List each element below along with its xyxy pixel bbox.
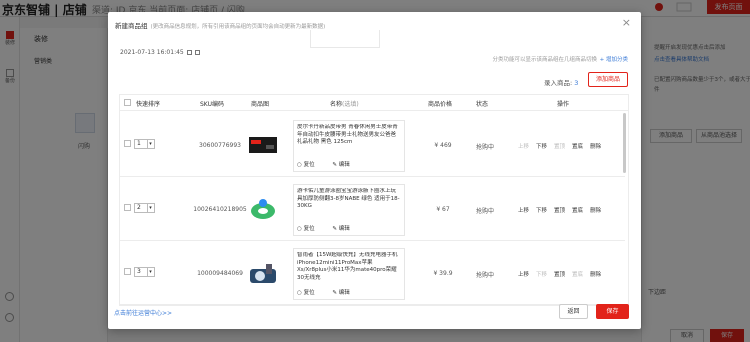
reset-button[interactable]: ○ 复位 (297, 226, 323, 232)
name-box: 游卡佑儿童游泳圈宝宝游泳腋下圈水上玩具加厚防侧翻3-8岁NABE 绿色 适用于1… (293, 184, 405, 236)
calendar-icon[interactable] (194, 50, 200, 55)
name-actions: ○ 复位 ✎ 编辑 (297, 160, 366, 168)
edit-button[interactable]: ✎ 编辑 (332, 290, 357, 296)
product-image (248, 195, 278, 225)
category-note: 分类功能可以显示该商品组在几组商品切换 (492, 57, 597, 63)
product-price: ¥ 39.9 (433, 270, 453, 277)
row-ops: 上移 下移 置顶 置底 删除 (518, 142, 608, 150)
chevron-down-icon[interactable]: ▾ (147, 267, 155, 277)
move-up-button[interactable]: 上移 (518, 208, 529, 214)
col-sku: SKU编码 (200, 101, 224, 108)
product-name: 游卡佑儿童游泳圈宝宝游泳腋下圈水上玩具加厚防侧翻3-8岁NABE 绿色 适用于1… (297, 188, 400, 209)
product-price: ¥ 67 (436, 206, 450, 213)
pin-top-button[interactable]: 置顶 (554, 272, 565, 278)
edit-icon[interactable] (186, 50, 192, 55)
product-status: 抢购中 (475, 208, 494, 215)
row-checkbox[interactable] (124, 140, 131, 147)
name-box: 皮尔卡丹新品皮带男 青春休闲男士皮带青年自动扣牛皮腰带男士礼物送男友公爸爸礼品礼… (293, 120, 405, 172)
product-table: 快速排序 SKU编码 商品图 名称(选填) 商品价格 状态 操作 1 ▾ 306… (119, 94, 629, 306)
pin-top-button[interactable]: 置顶 (554, 208, 565, 214)
col-price: 商品价格 (428, 101, 453, 108)
table-row: 1 ▾ 30600776993 皮尔卡丹新品皮带男 青春休闲男士皮带青年自动扣牛… (120, 115, 625, 177)
delete-button[interactable]: 删除 (590, 144, 601, 150)
back-button[interactable]: 返回 (559, 304, 588, 319)
move-up-button[interactable]: 上移 (518, 272, 529, 278)
product-name: 智雨者【15W超级快充】无线充电器手机iPhone12mini11ProMax苹… (297, 252, 398, 281)
name-actions: ○ 复位 ✎ 编辑 (297, 224, 366, 232)
col-name: 名称(选填) (330, 101, 359, 108)
operation-center-link[interactable]: 点击前往运营中心>> (114, 308, 172, 317)
chevron-down-icon[interactable]: ▾ (147, 203, 155, 213)
pin-bottom-button[interactable]: 置底 (572, 272, 583, 278)
move-down-button[interactable]: 下移 (536, 272, 547, 278)
add-product-button[interactable]: 添加商品 (588, 72, 628, 87)
edit-button[interactable]: ✎ 编辑 (332, 226, 357, 232)
row-ops: 上移 下移 置顶 置底 删除 (518, 270, 608, 278)
product-price: ¥ 469 (434, 142, 452, 149)
date-tab (310, 30, 380, 48)
table-row: 2 ▾ 10026410218905 游卡佑儿童游泳圈宝宝游泳腋下圈水上玩具加厚… (120, 179, 625, 241)
select-all-checkbox[interactable] (124, 99, 131, 106)
name-box: 智雨者【15W超级快充】无线充电器手机iPhone12mini11ProMax苹… (293, 248, 405, 300)
delete-button[interactable]: 删除 (590, 208, 601, 214)
date-field[interactable]: 2021-07-13 16:01:45 (120, 49, 200, 56)
name-actions: ○ 复位 ✎ 编辑 (297, 288, 366, 296)
col-ops: 操作 (557, 101, 570, 108)
chevron-down-icon[interactable]: ▾ (147, 139, 155, 149)
table-row: 3 ▾ 100009484069 智雨者【15W超级快充】无线充电器手机iPho… (120, 243, 625, 305)
edit-button[interactable]: ✎ 编辑 (332, 162, 357, 168)
order-select[interactable]: 2 (134, 203, 148, 213)
pin-bottom-button[interactable]: 置底 (572, 208, 583, 214)
col-sort: 快速排序 (136, 101, 161, 108)
product-image (248, 131, 278, 161)
delete-button[interactable]: 删除 (590, 272, 601, 278)
product-count: 录入商品: 3 (544, 79, 579, 87)
product-status: 抢购中 (475, 272, 494, 279)
move-down-button[interactable]: 下移 (536, 208, 547, 214)
reset-button[interactable]: ○ 复位 (297, 162, 323, 168)
pin-bottom-button[interactable]: 置底 (572, 144, 583, 150)
reset-button[interactable]: ○ 复位 (297, 290, 323, 296)
save-button[interactable]: 保存 (596, 304, 629, 319)
new-product-group-dialog: 新建商品组 (更改商品信息规划，所有引用该商品组的页面均会自动更新为最新数据) ×… (108, 12, 641, 329)
add-category-link[interactable]: + 增加分类 (600, 55, 628, 63)
product-image (248, 259, 278, 289)
dialog-title: 新建商品组 (更改商品信息规划，所有引用该商品组的页面均会自动更新为最新数据) (115, 22, 326, 30)
move-down-button[interactable]: 下移 (536, 144, 547, 150)
close-icon[interactable]: × (622, 17, 631, 28)
order-select[interactable]: 1 (134, 139, 148, 149)
table-header: 快速排序 SKU编码 商品图 名称(选填) 商品价格 状态 操作 (120, 95, 628, 111)
row-checkbox[interactable] (124, 204, 131, 211)
order-select[interactable]: 3 (134, 267, 148, 277)
pin-top-button[interactable]: 置顶 (554, 144, 565, 150)
product-name: 皮尔卡丹新品皮带男 青春休闲男士皮带青年自动扣牛皮腰带男士礼物送男友公爸爸礼品礼… (297, 124, 398, 145)
move-up-button[interactable]: 上移 (518, 144, 529, 150)
col-status: 状态 (476, 101, 489, 108)
row-ops: 上移 下移 置顶 置底 删除 (518, 206, 608, 214)
product-status: 抢购中 (475, 144, 494, 151)
row-checkbox[interactable] (124, 268, 131, 275)
col-image: 商品图 (251, 101, 270, 108)
